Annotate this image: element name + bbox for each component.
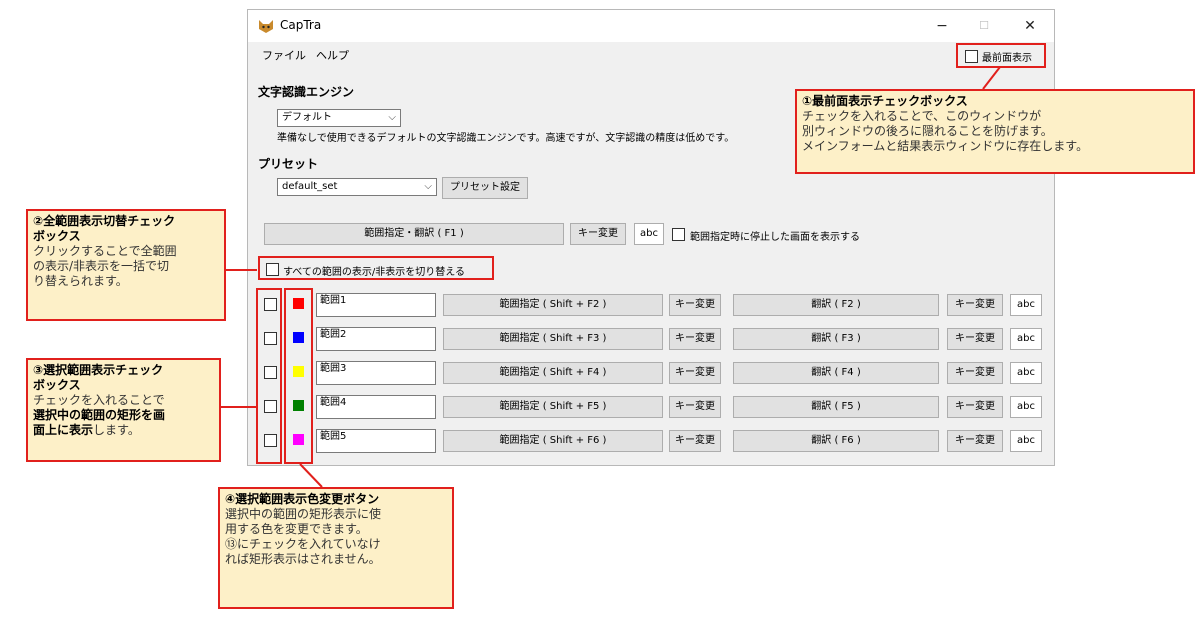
callout-range-color-line-4: れば矩形表示はされません。	[225, 552, 381, 566]
callout-range-color: ④選択範囲表示色変更ボタン 選択中の範囲の矩形表示に使 用する色を変更できます。…	[218, 487, 454, 609]
callout-range-visible: ③選択範囲表示チェック ボックス チェックを入れることで 選択中の範囲の矩形を画…	[26, 358, 221, 462]
callout-topmost-title: ①最前面表示チェックボックス	[802, 94, 968, 108]
callout-range-visible-title-2: ボックス	[33, 378, 81, 392]
callout-toggle-all-title-1: ②全範囲表示切替チェック	[33, 214, 176, 228]
callout-range-color-line-1: 選択中の範囲の矩形表示に使	[225, 507, 382, 521]
callout-topmost: ①最前面表示チェックボックス チェックを入れることで、このウィンドウが 別ウィン…	[795, 89, 1195, 174]
callout-range-visible-bold-2: 面上に表示	[33, 423, 94, 437]
callout-topmost-line-2: 別ウィンドウの後ろに隠れることを防げます。	[802, 124, 1053, 138]
callout-toggle-all-line-2: の表示/非表示を一括で切	[33, 259, 170, 273]
callout-topmost-line-1: チェックを入れることで、このウィンドウが	[802, 109, 1042, 123]
callout-range-visible-line-1: チェックを入れることで	[33, 393, 165, 407]
callout-topmost-line-3: メインフォームと結果表示ウィンドウに存在します。	[802, 139, 1089, 153]
callout-range-color-title: ④選択範囲表示色変更ボタン	[225, 492, 380, 506]
callout-toggle-all: ②全範囲表示切替チェック ボックス クリックすることで全範囲 の表示/非表示を一…	[26, 209, 226, 321]
callout-range-visible-title-1: ③選択範囲表示チェック	[33, 363, 164, 377]
callout-toggle-all-title-2: ボックス	[33, 229, 81, 243]
callout-toggle-all-line-1: クリックすることで全範囲	[33, 244, 177, 258]
callout-range-color-line-3: ⑬にチェックを入れていなけ	[225, 537, 381, 551]
callout-range-visible-bold-1: 選択中の範囲の矩形を画	[33, 408, 166, 422]
callout-toggle-all-line-3: り替えられます。	[33, 274, 128, 288]
callout-range-visible-tail: します。	[93, 423, 140, 437]
callout-range-color-line-2: 用する色を変更できます。	[225, 522, 368, 536]
